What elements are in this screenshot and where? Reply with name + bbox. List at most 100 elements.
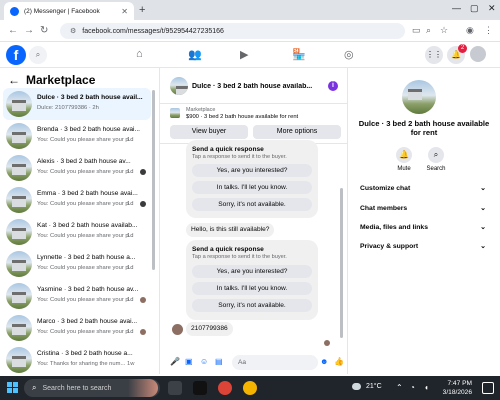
- listing-thumbnail[interactable]: [170, 108, 180, 118]
- photo-icon[interactable]: ▣: [185, 357, 193, 366]
- sender-avatar[interactable]: [172, 324, 183, 335]
- quick-reply-option[interactable]: Sorry, it's not available.: [192, 299, 312, 312]
- weather-widget[interactable]: 21°C: [352, 383, 382, 390]
- notification-center-icon[interactable]: [482, 382, 494, 394]
- chat-avatar[interactable]: [170, 77, 188, 95]
- conversation-time: 1d: [127, 297, 134, 303]
- bookmark-star-icon[interactable]: ☆: [440, 25, 448, 36]
- friends-icon[interactable]: 👥: [188, 48, 202, 61]
- listing-thumbnail: [6, 91, 32, 117]
- conversation-row[interactable]: Brenda · 3 bed 2 bath house avai... You: …: [3, 120, 151, 152]
- tiktok-icon[interactable]: [193, 381, 207, 395]
- facebook-favicon-icon: [10, 6, 19, 16]
- groups-icon[interactable]: ◎: [344, 48, 354, 61]
- chrome-icon[interactable]: [218, 381, 232, 395]
- site-info-icon[interactable]: ⚙: [70, 27, 76, 35]
- clock-date: 3/18/2026: [442, 389, 472, 396]
- privacy-support-section[interactable]: Privacy & support ⌄: [360, 241, 486, 253]
- menu-grid-icon[interactable]: ⋮⋮: [425, 46, 443, 64]
- conversation-scrollbar[interactable]: [152, 90, 155, 270]
- watch-icon[interactable]: ▶: [240, 48, 248, 61]
- like-icon[interactable]: 👍: [334, 357, 344, 366]
- conversation-row[interactable]: Kat · 3 bed 2 bath house availab... You: …: [3, 216, 151, 248]
- tab-title: (2) Messenger | Facebook: [24, 7, 100, 15]
- conversation-name: Alexis · 3 bed 2 bath house av...: [37, 158, 131, 165]
- conversation-row[interactable]: Marco · 3 bed 2 bath house avai... You: C…: [3, 312, 151, 344]
- chat-members-section[interactable]: Chat members ⌄: [360, 203, 486, 215]
- conversation-name: Cristina · 3 bed 2 bath house a...: [37, 350, 133, 357]
- conversation-preview: You: Could you please share your p...: [37, 265, 133, 271]
- chat-title[interactable]: Dulce · 3 bed 2 bath house availab...: [192, 83, 322, 90]
- mute-action[interactable]: 🔔 Mute: [386, 147, 422, 172]
- conversation-name: Marco · 3 bed 2 bath house avai...: [37, 318, 138, 325]
- sticker-icon[interactable]: ☺: [200, 357, 208, 366]
- quick-reply-option[interactable]: In talks. I'll let you know.: [192, 282, 312, 295]
- microphone-icon[interactable]: 🎤: [170, 357, 180, 366]
- back-icon[interactable]: ←: [8, 25, 18, 36]
- message-input[interactable]: Aa: [232, 355, 318, 370]
- listing-thumbnail: [6, 315, 32, 341]
- cloud-icon: [352, 383, 361, 390]
- marketplace-icon[interactable]: 🏪: [292, 48, 306, 61]
- forward-icon[interactable]: →: [24, 25, 34, 36]
- conversation-row[interactable]: Cristina · 3 bed 2 bath house a... You: T…: [3, 344, 151, 374]
- view-buyer-button[interactable]: View buyer: [170, 125, 248, 139]
- seen-avatar: [140, 201, 146, 207]
- wifi-icon[interactable]: ◔: [410, 383, 415, 392]
- more-options-button[interactable]: More options: [253, 125, 341, 139]
- home-icon[interactable]: ⌂: [136, 48, 143, 60]
- customize-chat-section[interactable]: Customize chat ⌄: [360, 183, 486, 195]
- url-text: facebook.com/messages/t/952954427235166: [82, 27, 224, 35]
- new-tab-button[interactable]: +: [139, 4, 145, 16]
- browser-menu-icon[interactable]: ⋮: [484, 25, 493, 36]
- search-action[interactable]: ⌕ Search: [418, 147, 454, 172]
- close-window-button[interactable]: ✕: [488, 3, 496, 14]
- conversation-name: Kat · 3 bed 2 bath house availab...: [37, 222, 138, 229]
- maximize-button[interactable]: ▢: [470, 3, 479, 14]
- listing-avatar[interactable]: [402, 80, 436, 114]
- conversation-info-icon[interactable]: i: [328, 81, 338, 91]
- conversation-row[interactable]: Alexis · 3 bed 2 bath house av... You: Co…: [3, 152, 151, 184]
- quick-response-title: Send a quick response: [192, 146, 264, 153]
- conversation-preview: Dulce: 2107799386 · 2h: [37, 105, 99, 111]
- conversation-row[interactable]: Lynnette · 3 bed 2 bath house a... You: C…: [3, 248, 151, 280]
- minimize-button[interactable]: —: [452, 3, 461, 13]
- tray-chevron-icon[interactable]: ⌃: [396, 383, 403, 392]
- conversation-time: 1d: [127, 137, 134, 143]
- conversation-row[interactable]: Emma · 3 bed 2 bath house avai... You: Co…: [3, 184, 151, 216]
- quick-reply-option[interactable]: In talks. I'll let you know.: [192, 181, 312, 194]
- account-avatar[interactable]: [470, 46, 486, 62]
- emoji-icon[interactable]: ☻: [320, 357, 328, 366]
- conversation-time: 1d: [127, 329, 134, 335]
- zoom-icon[interactable]: ⌕: [426, 25, 431, 36]
- facebook-logo[interactable]: f: [6, 45, 26, 65]
- quick-reply-option[interactable]: Sorry, it's not available.: [192, 198, 312, 211]
- conversation-row[interactable]: Dulce · 3 bed 2 bath house avail... Dulce…: [3, 88, 151, 120]
- tab-close-icon[interactable]: ✕: [121, 7, 128, 16]
- task-view-icon[interactable]: [168, 381, 182, 395]
- conversation-list-panel: ← Marketplace Dulce · 3 bed 2 bath house…: [0, 68, 160, 374]
- weather-temp: 21°C: [366, 383, 382, 390]
- taskbar-clock[interactable]: 7:47 PM 3/18/2026: [442, 379, 472, 397]
- quick-reply-option[interactable]: Yes, are you interested?: [192, 265, 312, 278]
- chat-scrollbar[interactable]: [340, 188, 343, 338]
- browser-tab[interactable]: (2) Messenger | Facebook ✕: [4, 2, 134, 20]
- listing-price-title[interactable]: $900 · 3 bed 2 bath house available for …: [186, 114, 298, 120]
- url-field[interactable]: ⚙ facebook.com/messages/t/95295442723516…: [60, 23, 405, 39]
- message-composer: 🎤 ▣ ☺ ▤ Aa ☻ 👍: [160, 352, 347, 374]
- search-icon[interactable]: ⌕: [29, 46, 47, 64]
- gif-icon[interactable]: ▤: [215, 357, 223, 366]
- conversation-row[interactable]: Yasmine · 3 bed 2 bath house av... You: C…: [3, 280, 151, 312]
- volume-icon[interactable]: ◖: [424, 383, 429, 392]
- media-files-links-section[interactable]: Media, files and links ⌄: [360, 222, 486, 234]
- quick-reply-option[interactable]: Yes, are you interested?: [192, 164, 312, 177]
- back-arrow-icon[interactable]: ←: [8, 73, 20, 87]
- profile-icon[interactable]: ◉: [466, 25, 474, 36]
- address-bar: ← → ↻ ⚙ facebook.com/messages/t/95295442…: [0, 20, 500, 42]
- cast-icon[interactable]: ▭: [412, 25, 421, 36]
- chrome-profile-icon[interactable]: [243, 381, 257, 395]
- reload-icon[interactable]: ↻: [40, 25, 48, 36]
- conversation-preview: You: Thanks for sharing the num...: [37, 361, 126, 367]
- conversation-name: Emma · 3 bed 2 bath house avai...: [37, 190, 138, 197]
- windows-start-icon[interactable]: [7, 382, 19, 394]
